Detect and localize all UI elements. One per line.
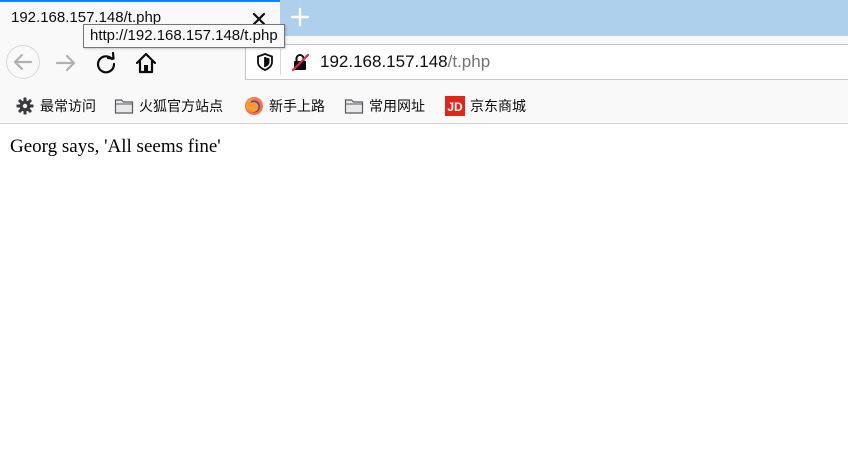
bookmark-label: 京东商城	[470, 99, 526, 115]
back-button[interactable]	[6, 45, 40, 79]
url-host: 192.168.157.148	[320, 52, 448, 71]
url-text: 192.168.157.148/t.php	[320, 52, 490, 72]
bookmark-folder-firefox-official[interactable]: 火狐官方站点	[114, 94, 223, 118]
back-arrow-icon	[13, 53, 33, 71]
tab-tooltip: http://192.168.157.148/t.php	[83, 24, 285, 48]
folder-icon	[344, 99, 364, 114]
page-body-text: Georg says, 'All seems fine'	[10, 136, 221, 157]
tracking-protection-icon[interactable]	[255, 52, 275, 72]
page-content: Georg says, 'All seems fine'	[0, 124, 848, 456]
forward-button[interactable]	[51, 48, 81, 78]
bookmarks-toolbar: 最常访问 火狐官方站点 新手上路 常用网址 JD 京东商城	[0, 88, 848, 124]
gear-icon	[16, 97, 34, 115]
bookmark-getting-started[interactable]: 新手上路	[244, 94, 325, 118]
url-bar[interactable]: 192.168.157.148/t.php	[245, 44, 848, 80]
new-tab-icon[interactable]	[289, 6, 311, 28]
folder-icon	[114, 99, 134, 114]
insecure-connection-icon[interactable]	[290, 52, 310, 72]
jd-logo-icon: JD	[445, 96, 465, 116]
reload-button[interactable]	[91, 48, 121, 78]
url-path: /t.php	[447, 52, 491, 71]
bookmark-label: 新手上路	[269, 99, 325, 115]
bookmark-most-visited[interactable]: 最常访问	[15, 94, 96, 118]
home-button[interactable]	[131, 48, 161, 78]
bookmark-folder-common-sites[interactable]: 常用网址	[344, 94, 425, 118]
firefox-icon	[245, 97, 263, 115]
bookmark-jd-mall[interactable]: JD 京东商城	[445, 94, 526, 118]
bookmark-label: 常用网址	[369, 99, 425, 115]
bookmark-label: 最常访问	[40, 99, 96, 115]
bookmark-label: 火狐官方站点	[139, 99, 223, 115]
jd-logo-text: JD	[447, 100, 463, 114]
url-separator	[280, 49, 281, 75]
